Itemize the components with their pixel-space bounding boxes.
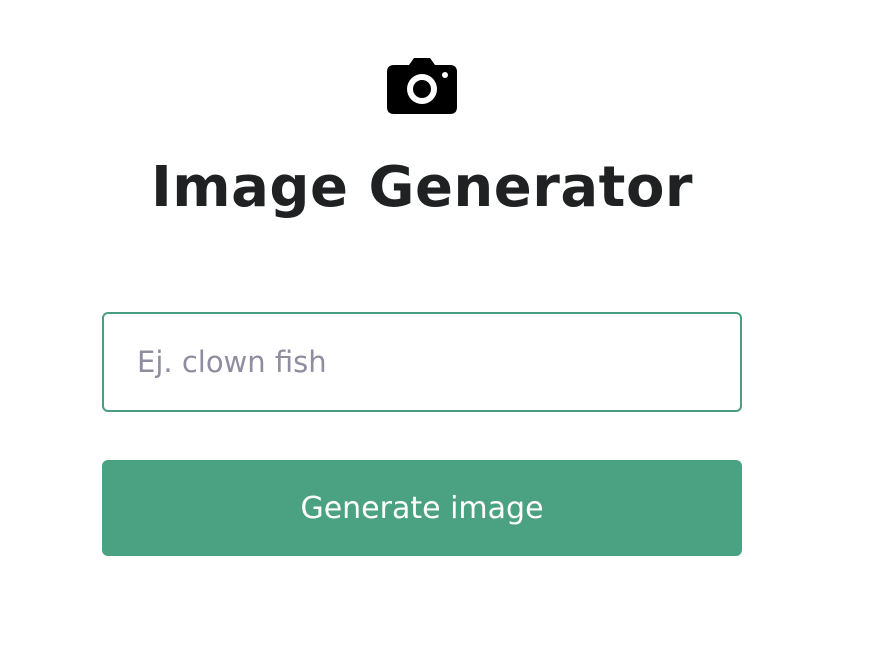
prompt-input[interactable] — [102, 312, 742, 412]
generate-image-button[interactable]: Generate image — [102, 460, 742, 556]
page-title: Image Generator — [150, 155, 694, 220]
camera-icon — [387, 58, 457, 114]
